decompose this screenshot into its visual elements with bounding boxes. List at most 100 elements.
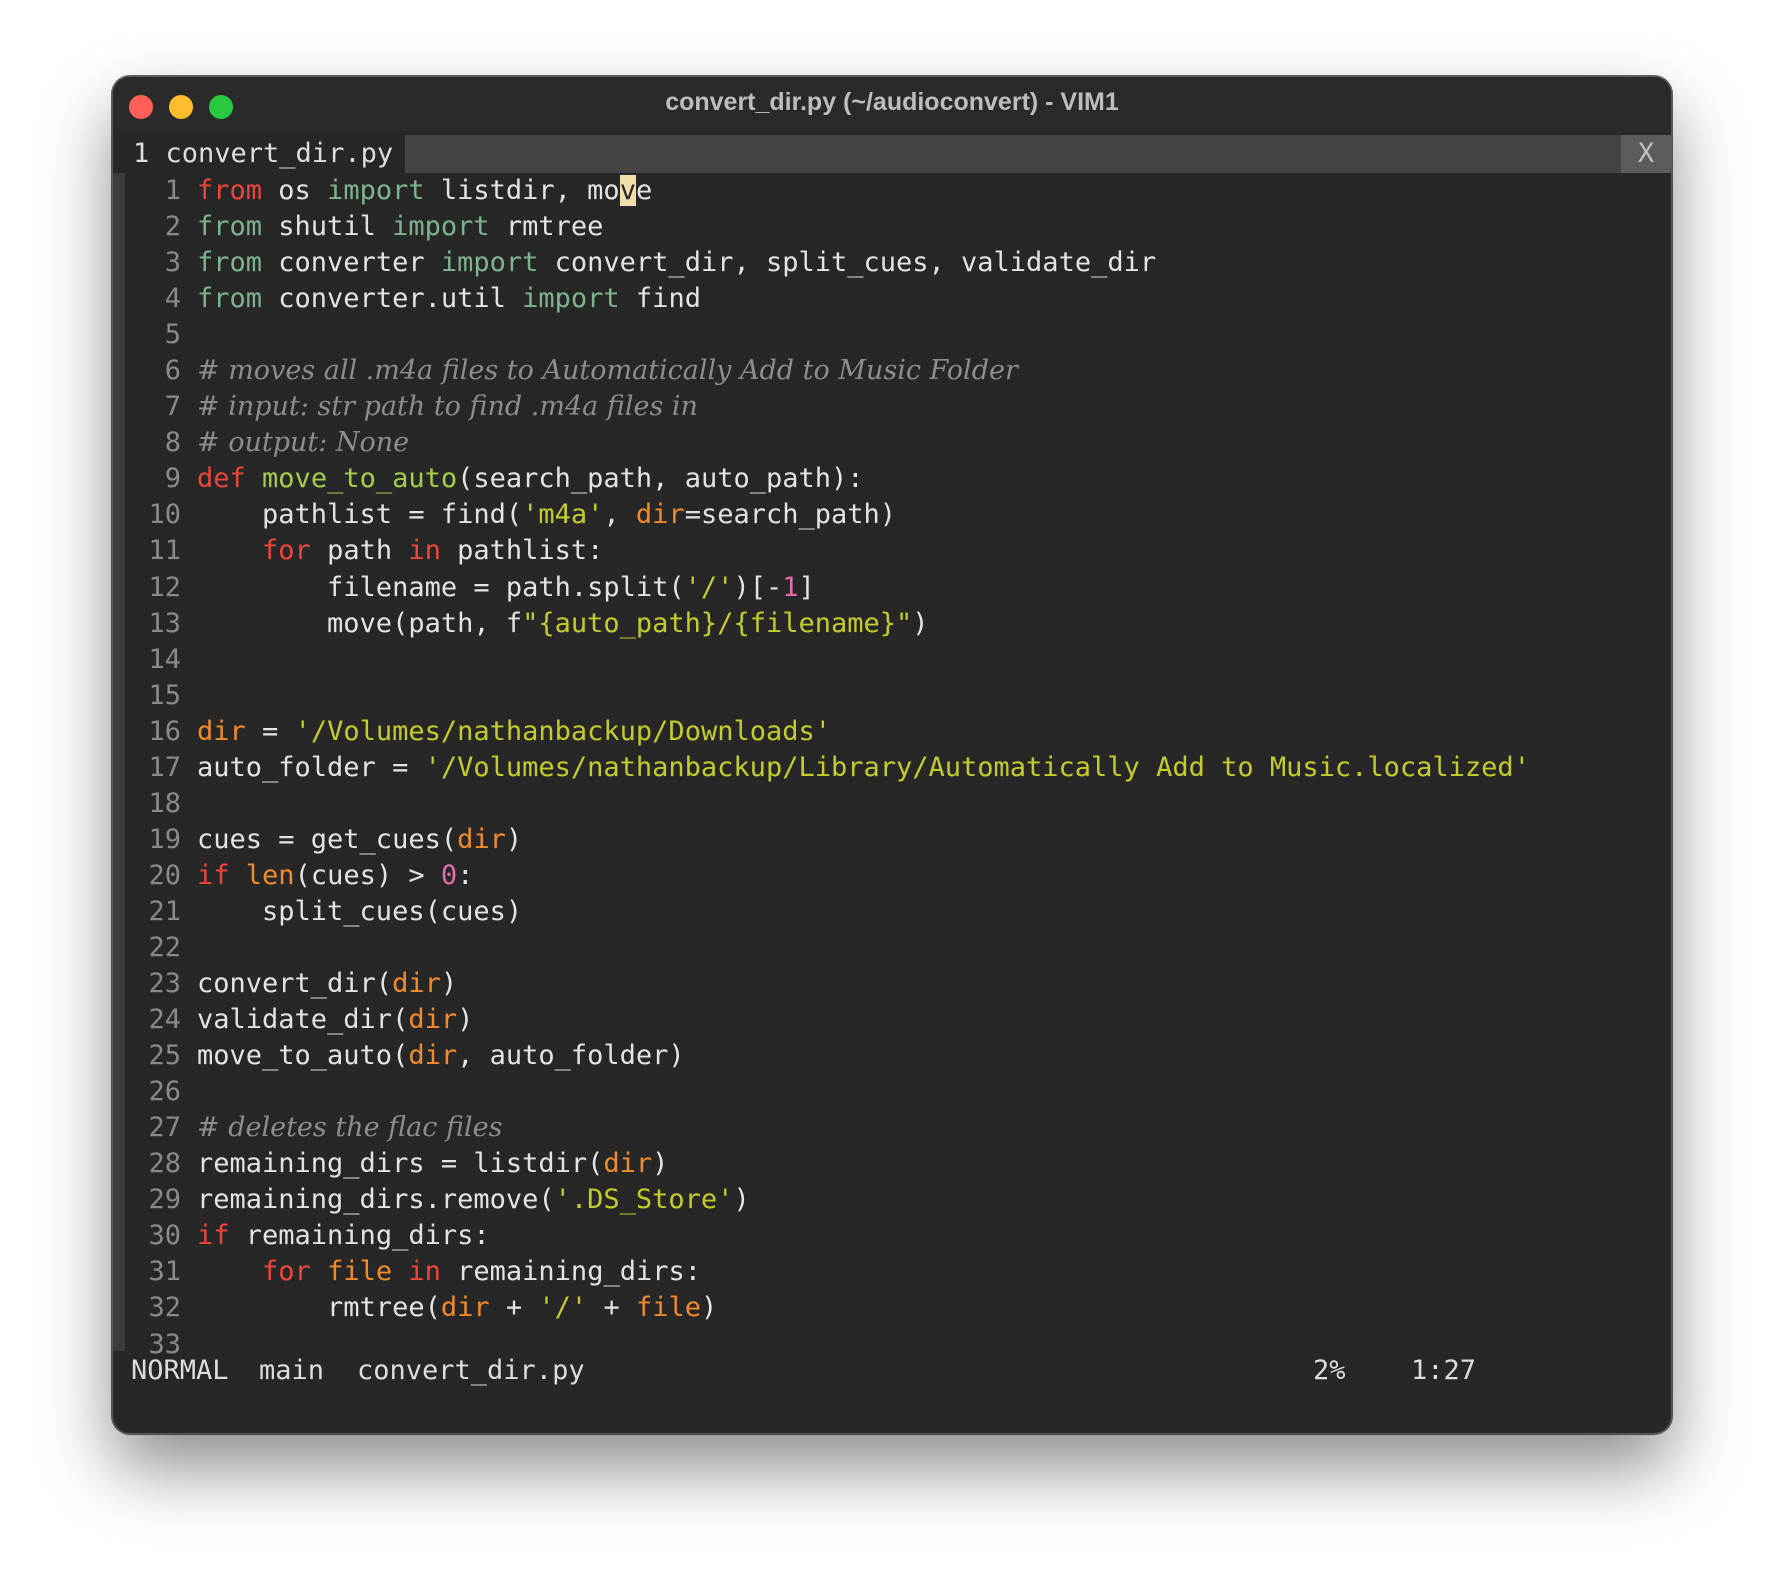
tab-close-button[interactable]: X: [1621, 135, 1671, 173]
code-token: :: [457, 859, 474, 891]
code-token: move(path, f: [197, 607, 523, 639]
code-token: for: [262, 1256, 311, 1288]
code-line[interactable]: 15: [113, 678, 1671, 714]
code-token: pathlist = find(: [197, 499, 523, 531]
code-token: dir: [635, 499, 685, 531]
code-line[interactable]: 28 remaining_dirs = listdir(dir): [113, 1146, 1671, 1182]
line-number: 25: [148, 1040, 181, 1072]
tab-line: 1 convert_dir.py X: [113, 135, 1671, 173]
code-line[interactable]: 21 split_cues(cues): [113, 894, 1671, 930]
code-token: convert_dir(: [197, 968, 393, 1000]
code-line[interactable]: 25 move_to_auto(dir, auto_folder): [113, 1038, 1671, 1074]
line-number: 30: [148, 1220, 181, 1252]
code-line[interactable]: 14: [113, 642, 1671, 678]
line-number: 26: [148, 1076, 181, 1108]
code-token: '.DS_Store': [554, 1184, 734, 1216]
code-token: ): [440, 968, 458, 1000]
code-line[interactable]: 11 for path in pathlist:: [113, 533, 1671, 569]
code-line[interactable]: 10 pathlist = find('m4a', dir=search_pat…: [113, 497, 1671, 533]
code-line[interactable]: 8 # output: None: [113, 425, 1671, 461]
line-number: 7: [164, 391, 181, 423]
vim-window: convert_dir.py (~/audioconvert) - VIM1 1…: [112, 76, 1672, 1434]
code-token: converter.util: [262, 283, 523, 315]
code-token: ): [457, 1004, 474, 1036]
code-token: ": [896, 607, 913, 639]
code-token: {auto_path}/{filename}: [538, 607, 896, 639]
cursor-position: 1:27: [1411, 1355, 1477, 1386]
code-line[interactable]: 20 if len(cues) > 0:: [113, 858, 1671, 894]
code-token: split_cues(cues): [197, 895, 523, 927]
code-line[interactable]: 27 # deletes the flac files: [113, 1110, 1671, 1146]
code-line[interactable]: 29 remaining_dirs.remove('.DS_Store'): [113, 1182, 1671, 1218]
code-line[interactable]: 19 cues = get_cues(dir): [113, 822, 1671, 858]
line-number: 23: [148, 968, 181, 1000]
code-line[interactable]: 7 # input: str path to find .m4a files in: [113, 389, 1671, 425]
code-buffer[interactable]: 1 from os import listdir, move 2 from shuti…: [113, 173, 1671, 1363]
code-token: ]: [798, 571, 815, 603]
code-token: dir: [197, 715, 246, 747]
code-token: len: [245, 859, 295, 891]
code-token: 'm4a': [522, 499, 604, 531]
code-line[interactable]: 16 dir = '/Volumes/nathanbackup/Downloads…: [113, 714, 1671, 750]
line-number: 18: [148, 787, 181, 819]
line-number: 20: [148, 859, 181, 891]
code-line[interactable]: 18: [113, 786, 1671, 822]
code-token: if: [197, 859, 230, 891]
code-line[interactable]: 24 validate_dir(dir): [113, 1002, 1671, 1038]
code-line[interactable]: 4 from converter.util import find: [113, 281, 1671, 317]
code-token: dir: [408, 1004, 458, 1036]
code-token: move_to_auto(: [197, 1040, 409, 1072]
code-line[interactable]: 1 from os import listdir, move: [113, 173, 1671, 209]
code-token: import: [440, 247, 539, 279]
line-number: 13: [148, 607, 181, 639]
code-token: for: [262, 535, 311, 567]
code-line[interactable]: 22: [113, 930, 1671, 966]
line-number: 8: [164, 427, 181, 459]
scroll-percent: 2%: [1313, 1355, 1346, 1386]
line-number: 6: [164, 355, 181, 387]
code-line[interactable]: 5: [113, 317, 1671, 353]
code-token: # deletes the flac files: [197, 1112, 503, 1144]
code-line[interactable]: 31 for file in remaining_dirs:: [113, 1254, 1671, 1290]
code-token: dir: [457, 823, 506, 855]
code-token: )[-: [733, 571, 783, 603]
code-line[interactable]: 9 def move_to_auto(search_path, auto_path…: [113, 461, 1671, 497]
code-token: move_to_auto: [262, 463, 458, 495]
status-filename: convert_dir.py: [357, 1355, 585, 1386]
code-token: in: [408, 1256, 441, 1288]
code-token: rmtree(: [197, 1292, 441, 1324]
code-token: ": [522, 607, 539, 639]
line-number: 3: [164, 247, 181, 279]
code-token: dir: [440, 1292, 490, 1324]
code-line[interactable]: 13 move(path, f"{auto_path}/{filename}"): [113, 606, 1671, 642]
code-token: dir: [603, 1148, 653, 1180]
code-line[interactable]: 23 convert_dir(dir): [113, 966, 1671, 1002]
code-token: import: [392, 211, 490, 243]
code-line[interactable]: 6 # moves all .m4a files to Automatically…: [113, 353, 1671, 389]
code-token: file: [327, 1256, 393, 1288]
code-line[interactable]: 17 auto_folder = '/Volumes/nathanbackup/L…: [113, 750, 1671, 786]
code-token: # output: None: [197, 427, 410, 459]
code-token: rmtree: [489, 211, 604, 243]
code-line[interactable]: 2 from shutil import rmtree: [113, 209, 1671, 245]
code-token: # moves all .m4a files to Automatically …: [197, 355, 1018, 387]
code-token: remaining_dirs.remove(: [197, 1184, 555, 1216]
code-token: converter: [262, 247, 441, 279]
code-token: '/Volumes/nathanbackup/Downloads': [294, 715, 831, 747]
line-number: 22: [148, 931, 181, 963]
tab-convert-dir[interactable]: 1 convert_dir.py: [113, 135, 405, 173]
code-line[interactable]: 26: [113, 1074, 1671, 1110]
line-number: 19: [148, 823, 181, 855]
code-line[interactable]: 32 rmtree(dir + '/' + file): [113, 1290, 1671, 1326]
code-token: (cues) >: [294, 859, 441, 891]
line-number: 16: [148, 715, 181, 747]
code-line[interactable]: 12 filename = path.split('/')[-1]: [113, 570, 1671, 606]
code-token: remaining_dirs = listdir(: [197, 1148, 604, 1180]
code-line[interactable]: 30 if remaining_dirs:: [113, 1218, 1671, 1254]
line-number: 28: [148, 1148, 181, 1180]
code-line[interactable]: 3 from converter import convert_dir, spli…: [113, 245, 1671, 281]
title-bar[interactable]: convert_dir.py (~/audioconvert) - VIM1: [113, 77, 1671, 133]
